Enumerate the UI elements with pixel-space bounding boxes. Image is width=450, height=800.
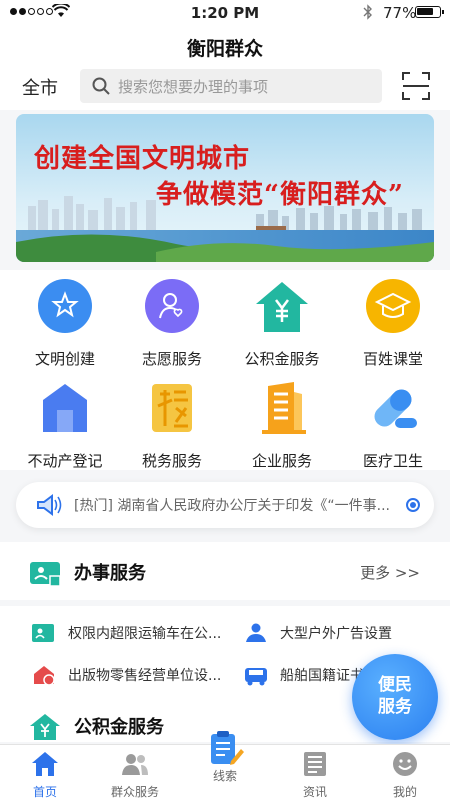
grid-item-tax[interactable]: 税务服务 <box>116 380 228 471</box>
tax-icon <box>152 384 192 432</box>
person-service-icon <box>246 623 266 642</box>
pill-icon <box>374 389 417 428</box>
notice-indicator-icon <box>406 498 420 512</box>
newspaper-icon <box>304 752 326 776</box>
banner-line-1: 创建全国文明城市 <box>34 144 251 174</box>
enterprise-building-icon <box>262 382 306 434</box>
tab-profile[interactable]: 我的 <box>360 745 450 800</box>
bottom-tab-bar: 首页 群众服务 线索 资讯 我的 <box>0 731 450 800</box>
app-header: 衡阳群众 全市 搜索您想要办理的事项 <box>0 26 450 110</box>
license-icon <box>32 624 54 642</box>
building-icon <box>43 384 87 432</box>
search-placeholder: 搜索您想要办理的事项 <box>118 77 269 96</box>
notice-text: [热门] 湖南省人民政府办公厅关于印发《“一件事... <box>74 498 390 514</box>
section-divider <box>0 600 450 606</box>
store-icon <box>34 666 55 686</box>
grid-item-enterprise[interactable]: 企业服务 <box>226 380 338 471</box>
notice-bar[interactable]: [热门] 湖南省人民政府办公厅关于印发《“一件事... <box>16 482 434 528</box>
banner-line-2: 争做模范“衡阳群众” <box>156 180 404 210</box>
affairs-item-2[interactable]: 大型户外广告设置 <box>244 622 392 644</box>
city-selector[interactable]: 全市 <box>22 74 58 100</box>
tab-clues[interactable]: 线索 <box>180 731 270 800</box>
convenience-service-button[interactable]: 便民 服务 <box>352 654 438 740</box>
tab-home[interactable]: 首页 <box>0 745 90 800</box>
tab-public-service[interactable]: 群众服务 <box>90 745 180 800</box>
battery-percentage: 77% <box>383 4 417 22</box>
page-title: 衡阳群众 <box>186 38 263 60</box>
star-flower-icon <box>38 279 92 333</box>
bluetooth-icon <box>363 4 372 20</box>
search-icon <box>92 77 110 95</box>
affairs-more-link[interactable]: 更多 >> <box>360 562 420 583</box>
grid-item-real-estate[interactable]: 不动产登记 <box>9 380 121 471</box>
license-icon <box>30 562 60 586</box>
scan-icon[interactable] <box>402 72 430 100</box>
affairs-item-1[interactable]: 权限内超限运输车在公... <box>32 622 221 644</box>
tab-news[interactable]: 资讯 <box>270 745 360 800</box>
vehicle-icon <box>245 668 267 686</box>
yen-house-icon <box>30 714 60 740</box>
promo-banner[interactable]: 创建全国文明城市 争做模范“衡阳群众” <box>16 114 434 262</box>
grid-item-volunteer[interactable]: 志愿服务 <box>116 278 228 369</box>
affairs-item-3[interactable]: 出版物零售经营单位设... <box>32 664 221 686</box>
search-input[interactable]: 搜索您想要办理的事项 <box>80 69 382 103</box>
grid-item-housing-fund[interactable]: 公积金服务 <box>226 278 338 369</box>
yen-house-icon <box>256 282 308 332</box>
grid-item-medical[interactable]: 医疗卫生 <box>337 380 449 471</box>
grid-item-civilization[interactable]: 文明创建 <box>9 278 121 369</box>
volunteer-heart-icon <box>145 279 199 333</box>
clipboard-pen-icon <box>211 731 244 765</box>
speaker-icon <box>37 494 62 516</box>
grid-item-class[interactable]: 百姓课堂 <box>337 278 449 369</box>
affairs-header: 办事服务 更多 >> <box>0 542 450 602</box>
status-bar: 1:20 PM 77% <box>0 0 450 26</box>
battery-icon <box>415 6 444 18</box>
smiley-icon <box>393 752 417 776</box>
people-icon <box>122 754 148 775</box>
home-icon <box>32 752 58 776</box>
affairs-title: 办事服务 <box>74 563 146 584</box>
fund-title: 公积金服务 <box>74 717 164 738</box>
graduation-cap-icon <box>366 279 420 333</box>
services-grid: 文明创建 志愿服务 公积金服务 百姓课堂 不动产登记 税务服务 企业服务 医疗卫… <box>0 270 450 470</box>
affairs-item-4[interactable]: 船舶国籍证书 <box>244 664 364 686</box>
